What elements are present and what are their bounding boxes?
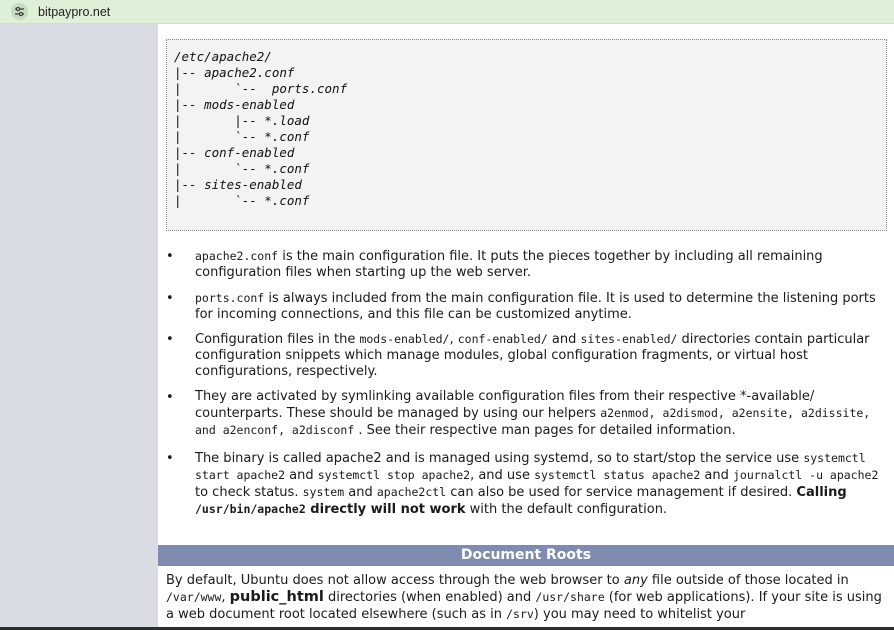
code-line: |-- sites-enabled bbox=[174, 177, 302, 192]
bullet-dot: • bbox=[166, 249, 174, 264]
code-line: |-- conf-enabled bbox=[174, 145, 295, 160]
inline-code: /srv bbox=[506, 607, 534, 621]
bold-text: public_html bbox=[229, 589, 324, 605]
inline-code: system bbox=[302, 485, 345, 499]
inline-code: mods-enabled/ bbox=[359, 332, 450, 346]
emphasis: any bbox=[623, 573, 648, 588]
text: with the default configuration. bbox=[465, 502, 668, 517]
inline-code: /usr/share bbox=[535, 590, 605, 604]
inline-code: /var/www bbox=[166, 590, 222, 604]
bullet-text: The binary is called apache2 and is mana… bbox=[195, 450, 888, 518]
address-bar[interactable]: bitpaypro.net bbox=[0, 0, 894, 24]
tune-icon[interactable] bbox=[11, 3, 28, 20]
bullet-dot: • bbox=[166, 390, 174, 405]
text: is always included from the main configu… bbox=[195, 291, 876, 322]
inline-code: apache2ctl bbox=[376, 485, 447, 499]
text: and bbox=[285, 468, 318, 483]
inline-code: sites-enabled/ bbox=[580, 332, 678, 346]
text: directories (when enabled) and bbox=[323, 590, 536, 605]
page-content: /etc/apache2/ |-- apache2.conf | `-- por… bbox=[158, 24, 894, 630]
bullet-text: ports.conf is always included from the m… bbox=[195, 290, 888, 323]
section-header: Document Roots bbox=[158, 545, 894, 566]
bullet-text: They are activated by symlinking availab… bbox=[195, 389, 888, 439]
text: , bbox=[449, 332, 458, 347]
bullet-text: Configuration files in the mods-enabled/… bbox=[195, 331, 888, 380]
text: can also be used for service management … bbox=[446, 485, 797, 500]
inline-code: systemctl status apache2 bbox=[534, 468, 701, 482]
code-line: | `-- *.conf bbox=[174, 193, 310, 208]
code-line: |-- mods-enabled bbox=[174, 97, 295, 112]
left-sidebar bbox=[0, 24, 158, 630]
code-line: |-- apache2.conf bbox=[174, 65, 295, 80]
code-line: | `-- ports.conf bbox=[174, 81, 348, 96]
code-line: | `-- *.conf bbox=[174, 161, 310, 176]
text: directly will not work bbox=[305, 502, 466, 517]
inline-code: apache2.conf bbox=[195, 249, 279, 263]
inline-code: ports.conf bbox=[195, 291, 265, 305]
paragraph: By default, Ubuntu does not allow access… bbox=[166, 572, 892, 623]
text: Calling bbox=[796, 485, 847, 500]
bullet-text: apache2.conf is the main configuration f… bbox=[195, 248, 888, 281]
text: . See their respective man pages for det… bbox=[354, 423, 736, 438]
text: and bbox=[547, 332, 581, 347]
code-line: | |-- *.load bbox=[174, 113, 310, 128]
inline-code: conf-enabled/ bbox=[457, 332, 548, 346]
text: , and use bbox=[470, 468, 535, 483]
text: is the main configuration file. It puts … bbox=[195, 249, 823, 280]
text: The binary is called apache2 and is mana… bbox=[195, 451, 804, 466]
text: ) you may need to whitelist your bbox=[533, 607, 746, 622]
bullet-dot: • bbox=[166, 451, 174, 466]
text: and bbox=[700, 468, 733, 483]
bullet-dot: • bbox=[166, 332, 174, 347]
text: , bbox=[221, 590, 230, 605]
url-text[interactable]: bitpaypro.net bbox=[38, 5, 110, 19]
text: to check status. bbox=[195, 485, 303, 500]
inline-code: /usr/bin/apache2 bbox=[195, 502, 306, 516]
code-block: /etc/apache2/ |-- apache2.conf | `-- por… bbox=[166, 39, 887, 231]
text: and bbox=[344, 485, 377, 500]
text: Configuration files in the bbox=[195, 332, 360, 347]
bullet-dot: • bbox=[166, 291, 174, 306]
code-line: | `-- *.conf bbox=[174, 129, 310, 144]
text: By default, Ubuntu does not allow access… bbox=[166, 573, 624, 588]
text: file outside of those located in bbox=[647, 573, 849, 588]
code-line: /etc/apache2/ bbox=[174, 49, 272, 64]
inline-code: journalctl -u apache2 bbox=[732, 468, 879, 482]
inline-code: systemctl stop apache2 bbox=[317, 468, 471, 482]
